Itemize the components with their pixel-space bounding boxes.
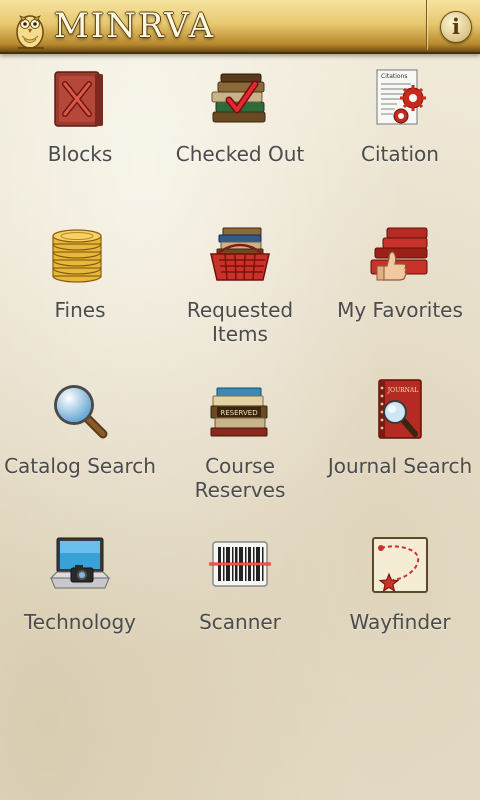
laptop-camera-icon [49, 537, 111, 589]
tile-technology[interactable]: Technology [0, 528, 160, 684]
tile-journal-search[interactable]: JOURNAL Journal Search [320, 372, 480, 528]
tile-label: My Favorites [337, 298, 463, 322]
owl-logo-icon [16, 15, 44, 49]
tile-label: Course Reserves [194, 454, 286, 502]
menu-grid: Blocks Checked Out Citations Citation Fi… [0, 60, 480, 684]
app-header: MINRVA i [0, 0, 480, 54]
tile-label: Requested Items [186, 298, 294, 346]
journal-magnifier-icon: JOURNAL [378, 379, 422, 439]
book-basket-icon [210, 227, 270, 281]
tile-label: Checked Out [175, 142, 305, 166]
tile-checked-out[interactable]: Checked Out [160, 60, 320, 216]
tile-blocks[interactable]: Blocks [0, 60, 160, 216]
tile-course-reserves[interactable]: RESERVED Course Reserves [160, 372, 320, 528]
tile-scanner[interactable]: Scanner [160, 528, 320, 684]
journal-text: JOURNAL [387, 387, 418, 394]
citation-gears-icon: Citations [376, 69, 426, 125]
header-divider [426, 0, 427, 50]
tile-label: Fines [54, 298, 106, 322]
reserved-text: RESERVED [220, 409, 257, 417]
tile-fines[interactable]: Fines [0, 216, 160, 372]
reserved-books-icon: RESERVED [210, 387, 268, 437]
tile-wayfinder[interactable]: Wayfinder [320, 528, 480, 684]
tile-citation[interactable]: Citations Citation [320, 60, 480, 216]
citation-text: Citations [381, 73, 408, 80]
info-button[interactable]: i [440, 11, 472, 43]
map-star-icon [372, 537, 428, 593]
tile-catalog-search[interactable]: Catalog Search [0, 372, 160, 528]
magnifier-icon [54, 385, 108, 439]
app-title: MINRVA [54, 6, 216, 46]
tile-label: Wayfinder [349, 610, 451, 634]
barcode-scanner-icon [209, 541, 271, 587]
thumbs-up-book-icon [370, 227, 428, 281]
tile-label: Technology [23, 610, 137, 634]
tile-label: Catalog Search [4, 454, 156, 478]
tile-requested-items[interactable]: Requested Items [160, 216, 320, 372]
tile-label: Journal Search [327, 454, 473, 478]
coin-stack-icon [52, 229, 102, 283]
tile-my-favorites[interactable]: My Favorites [320, 216, 480, 372]
checked-out-books-icon [211, 73, 266, 123]
tile-label: Scanner [199, 610, 281, 634]
tile-label: Citation [361, 142, 439, 166]
tile-label: Blocks [47, 142, 113, 166]
blocked-book-icon [54, 71, 103, 127]
